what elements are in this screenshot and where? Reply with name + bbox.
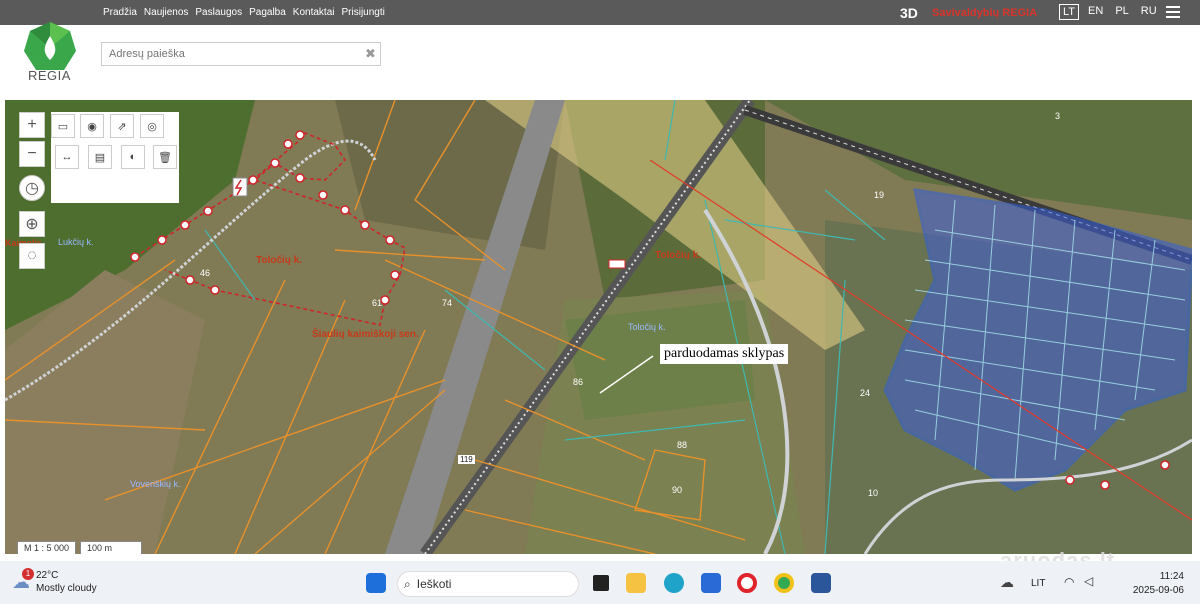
trash-icon[interactable]: 🗑 <box>153 145 177 169</box>
weather-text: Mostly cloudy <box>36 583 97 594</box>
nav-help[interactable]: Pagalba <box>249 7 286 18</box>
measure-area-icon[interactable]: ▤ <box>88 145 112 169</box>
address-search: ✖ <box>101 42 381 66</box>
notification-badge: 1 <box>22 568 34 580</box>
file-explorer-icon[interactable] <box>626 573 646 593</box>
crosshair-icon[interactable]: ⊕ <box>19 211 45 237</box>
speaker-icon[interactable]: ◁ <box>1084 574 1093 588</box>
keyboard-language[interactable]: LIT <box>1031 578 1045 589</box>
opera-icon[interactable] <box>737 573 757 593</box>
map-label-tolociu: Toločių k. <box>655 250 701 261</box>
parcel-number: 46 <box>200 268 211 278</box>
cloud-sync-icon[interactable]: ☁ <box>1000 574 1014 591</box>
ruler-icon[interactable]: ▭ <box>51 114 75 138</box>
windows-taskbar: ☁ 22°C Mostly cloudy 1 ⌕ Ieškoti ☁ LIT ◠… <box>0 561 1200 604</box>
brand-title: Savivaldybių REGIA <box>932 7 1038 19</box>
export-icon[interactable]: ⇗ <box>110 114 134 138</box>
pin-icon[interactable]: ◉ <box>80 114 104 138</box>
sale-parcel-callout: parduodamas sklypas <box>660 344 789 364</box>
lang-pl[interactable]: PL <box>1112 4 1131 20</box>
3d-toggle[interactable]: 3D <box>900 5 918 21</box>
taskbar-search-text: Ieškoti <box>416 577 452 591</box>
lasso-icon[interactable]: ◌ <box>19 243 45 269</box>
date: 2025-09-06 <box>1132 585 1184 596</box>
windows-start-icon[interactable] <box>366 573 386 593</box>
wifi-icon[interactable]: ◠ <box>1064 575 1074 589</box>
parcel-number: 61 <box>372 298 383 308</box>
main-nav: Pradžia Naujienos Paslaugos Pagalba Kont… <box>103 7 385 18</box>
top-bar: Pradžia Naujienos Paslaugos Pagalba Kont… <box>0 0 1200 25</box>
map-label-lukciu: Lukčių k. <box>58 237 94 247</box>
history-icon[interactable]: ◷ <box>19 175 45 201</box>
lang-lt[interactable]: LT <box>1059 4 1080 20</box>
scale-bar: 100 m <box>80 541 143 554</box>
map-label-tolociu: Toločių k. <box>256 255 302 266</box>
close-icon[interactable]: ✖ <box>365 46 376 62</box>
parcel-number: 10 <box>868 488 879 498</box>
map-label-tolociu-small: Toločių k. <box>628 322 666 332</box>
temperature: 22°C <box>36 570 59 581</box>
lang-ru[interactable]: RU <box>1138 4 1160 20</box>
measure-tools-panel: ▭ ◉ ⇗ ◎ ↔ ▤ ◐ 🗑 <box>51 112 179 203</box>
search-icon: ⌕ <box>404 576 411 591</box>
parcel-number: 24 <box>860 388 871 398</box>
search-input[interactable] <box>107 47 361 61</box>
zoom-out-button[interactable]: − <box>19 141 45 167</box>
taskbar-search[interactable]: ⌕ Ieškoti <box>397 571 579 597</box>
logo-text: REGIA <box>28 68 71 83</box>
scale-ratio: M 1 : 5 000 <box>17 541 77 554</box>
measure-distance-icon[interactable]: ↔ <box>55 145 79 169</box>
time: 11:24 <box>1159 571 1184 582</box>
edge-icon[interactable] <box>664 573 684 593</box>
road-number-badge: 119 <box>458 455 475 464</box>
store-icon[interactable] <box>701 573 721 593</box>
word-icon[interactable] <box>811 573 831 593</box>
parcel-number: 86 <box>573 377 584 387</box>
nav-services[interactable]: Paslaugos <box>195 7 242 18</box>
parcel-number: 74 <box>442 298 453 308</box>
nav-news[interactable]: Naujienos <box>144 7 188 18</box>
nav-home[interactable]: Pradžia <box>103 7 137 18</box>
parcel-number: 90 <box>672 485 683 495</box>
map-view[interactable]: Toločių k. Toločių k. Toločių k. Šiaulių… <box>5 100 1192 554</box>
clock[interactable]: 11:24 2025-09-06 <box>1133 570 1184 598</box>
map-label-voveriskiu: Voveriškių k. <box>130 479 181 489</box>
zoom-in-button[interactable]: + <box>19 112 45 138</box>
nav-contacts[interactable]: Kontaktai <box>293 7 335 18</box>
parcel-number: 3 <box>1055 111 1061 121</box>
language-switcher: LT EN PL RU <box>1059 4 1160 20</box>
parcel-number: 19 <box>874 190 885 200</box>
chrome-icon[interactable] <box>774 573 794 593</box>
map-scale: M 1 : 5 000 100 m <box>17 541 143 554</box>
menu-icon[interactable] <box>1166 6 1180 18</box>
parcel-number: 88 <box>677 440 688 450</box>
palette-icon[interactable]: ◐ <box>121 145 145 169</box>
nav-login[interactable]: Prisijungti <box>342 7 385 18</box>
map-label-siauliu: Šiaulių kaimiškoji sen. <box>312 329 419 340</box>
target-icon[interactable]: ◎ <box>140 114 164 138</box>
lang-en[interactable]: EN <box>1085 4 1106 20</box>
task-view-icon[interactable] <box>591 573 611 593</box>
map-canvas <box>5 100 1192 554</box>
